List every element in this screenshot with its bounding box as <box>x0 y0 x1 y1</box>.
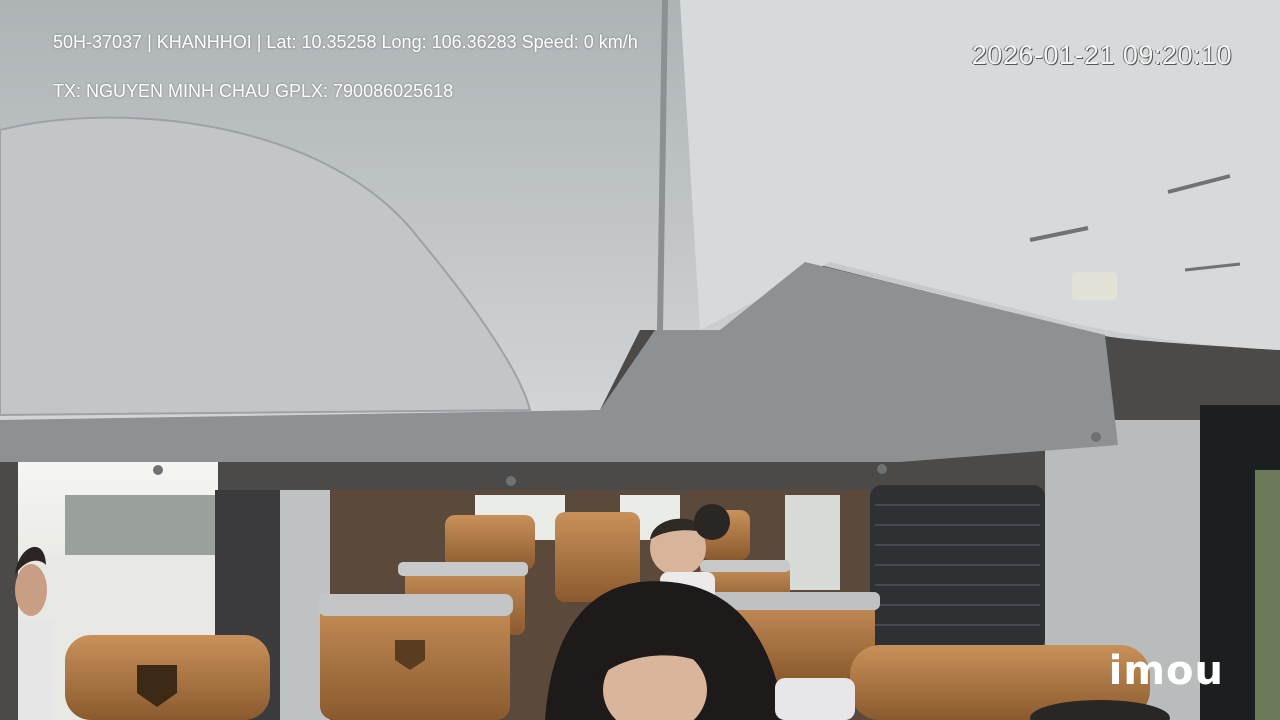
camera-brand-logo: imou <box>1108 648 1224 694</box>
right-rear-window <box>785 495 840 590</box>
outside-building <box>65 495 215 555</box>
timestamp-overlay: 2026-01-21 09:20:10 <box>971 40 1232 70</box>
ceiling-light <box>1072 272 1117 300</box>
mid-seat-frame <box>398 562 528 576</box>
woman-shirt <box>775 678 855 720</box>
person-head-back <box>694 504 730 540</box>
driver-info-overlay: TX: NGUYEN MINH CHAU GPLX: 790086025618 <box>53 81 454 101</box>
screw <box>506 476 516 486</box>
man-body <box>18 620 53 720</box>
screw <box>1091 432 1101 442</box>
screw <box>877 464 887 474</box>
front-seat-frame <box>318 594 513 616</box>
man-head <box>15 564 47 616</box>
right-door-window <box>1255 470 1280 720</box>
van-interior-scene <box>0 0 1280 720</box>
vehicle-info-overlay: 50H-37037 | KHANHHOI | Lat: 10.35258 Lon… <box>53 32 638 52</box>
mid-seat-right-frame <box>700 560 790 572</box>
screw <box>153 465 163 475</box>
rear-seat <box>445 515 535 570</box>
camera-frame: 50H-37037 | KHANHHOI | Lat: 10.35258 Lon… <box>0 0 1280 720</box>
